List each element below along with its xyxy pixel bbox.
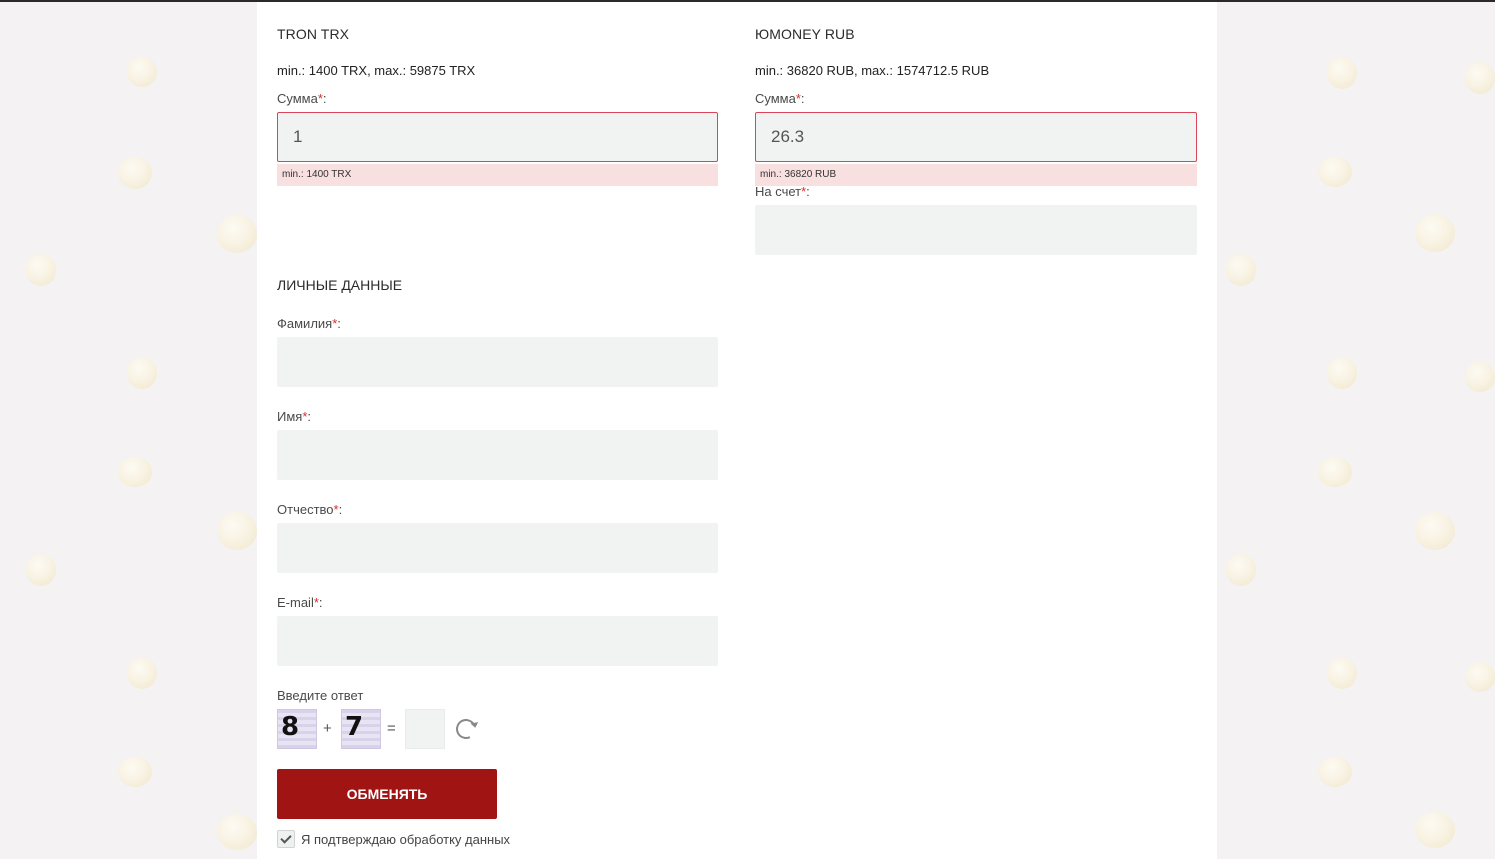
receive-amount-error: min.: 36820 RUB — [755, 164, 1197, 186]
captcha-number-2: 7 — [341, 709, 381, 749]
exchange-form-panel: TRON TRX min.: 1400 TRX, max.: 59875 TRX… — [257, 2, 1217, 859]
background-coin — [217, 814, 257, 850]
captcha-label: Введите ответ — [277, 688, 364, 703]
receive-account-input[interactable] — [755, 205, 1197, 255]
give-amount-input[interactable]: 1 — [277, 112, 718, 162]
label-colon: : — [322, 91, 327, 106]
email-input[interactable] — [277, 616, 718, 666]
captcha-answer-input[interactable] — [405, 709, 445, 749]
give-currency-title: TRON TRX — [277, 26, 350, 42]
background-coin — [1415, 512, 1455, 550]
background-coin — [1465, 62, 1495, 94]
label-colon: : — [800, 91, 805, 106]
receive-amount-label-text: Сумма — [755, 91, 796, 106]
background-coin — [1318, 457, 1352, 487]
give-amount-label-text: Сумма — [277, 91, 318, 106]
give-limits: min.: 1400 TRX, max.: 59875 TRX — [277, 63, 476, 78]
background-coin — [127, 657, 157, 689]
background-coin — [1327, 357, 1357, 389]
receive-account-label-text: На счет — [755, 184, 802, 199]
first-name-label-text: Имя — [277, 409, 303, 424]
email-label: E-mail*: — [277, 595, 323, 610]
background-coin — [127, 57, 157, 87]
receive-amount-label: Сумма*: — [755, 91, 805, 106]
receive-currency-title: ЮMONEY RUB — [755, 26, 855, 42]
label-colon: : — [318, 595, 323, 610]
background-coin — [1415, 214, 1455, 252]
email-label-text: E-mail — [277, 595, 314, 610]
personal-data-title: ЛИЧНЫЕ ДАННЫЕ — [277, 277, 403, 293]
background-coin — [1327, 57, 1357, 89]
label-colon: : — [307, 409, 312, 424]
background-coin — [118, 757, 152, 787]
background-coin — [217, 512, 257, 550]
receive-account-label: На счет*: — [755, 184, 810, 199]
background-coin — [118, 457, 152, 487]
background-coin — [1465, 362, 1495, 392]
background-coin — [118, 157, 152, 189]
background-coin — [26, 554, 56, 586]
receive-limits: min.: 36820 RUB, max.: 1574712.5 RUB — [755, 63, 990, 78]
label-colon: : — [806, 184, 810, 199]
label-colon: : — [338, 502, 343, 517]
last-name-label-text: Фамилия — [277, 316, 333, 331]
background-coin — [1318, 757, 1352, 787]
give-amount-error: min.: 1400 TRX — [277, 164, 718, 186]
background-coin — [26, 254, 56, 286]
background-coin — [127, 357, 157, 389]
agree-checkbox[interactable] — [277, 830, 295, 848]
label-colon: : — [337, 316, 341, 331]
agree-label: Я подтверждаю обработку данных — [301, 832, 511, 847]
background-coin — [1226, 554, 1256, 586]
last-name-input[interactable] — [277, 337, 718, 387]
middle-name-label: Отчество*: — [277, 502, 342, 517]
captcha-equals: = — [387, 720, 396, 737]
background-coin — [1415, 812, 1455, 848]
first-name-input[interactable] — [277, 430, 718, 480]
middle-name-input[interactable] — [277, 523, 718, 573]
last-name-label: Фамилия*: — [277, 316, 341, 331]
receive-amount-input[interactable]: 26.3 — [755, 112, 1197, 162]
give-amount-label: Сумма*: — [277, 91, 327, 106]
first-name-label: Имя*: — [277, 409, 311, 424]
refresh-icon[interactable] — [453, 716, 479, 742]
background-coin — [217, 215, 257, 253]
captcha-plus: + — [323, 720, 332, 737]
background-coin — [1327, 657, 1357, 689]
exchange-button[interactable]: ОБМЕНЯТЬ — [277, 769, 497, 819]
background-coin — [1318, 157, 1352, 187]
background-coin — [1226, 254, 1256, 286]
middle-name-label-text: Отчество — [277, 502, 334, 517]
captcha-number-1: 8 — [277, 709, 317, 749]
background-coin — [1465, 662, 1495, 692]
